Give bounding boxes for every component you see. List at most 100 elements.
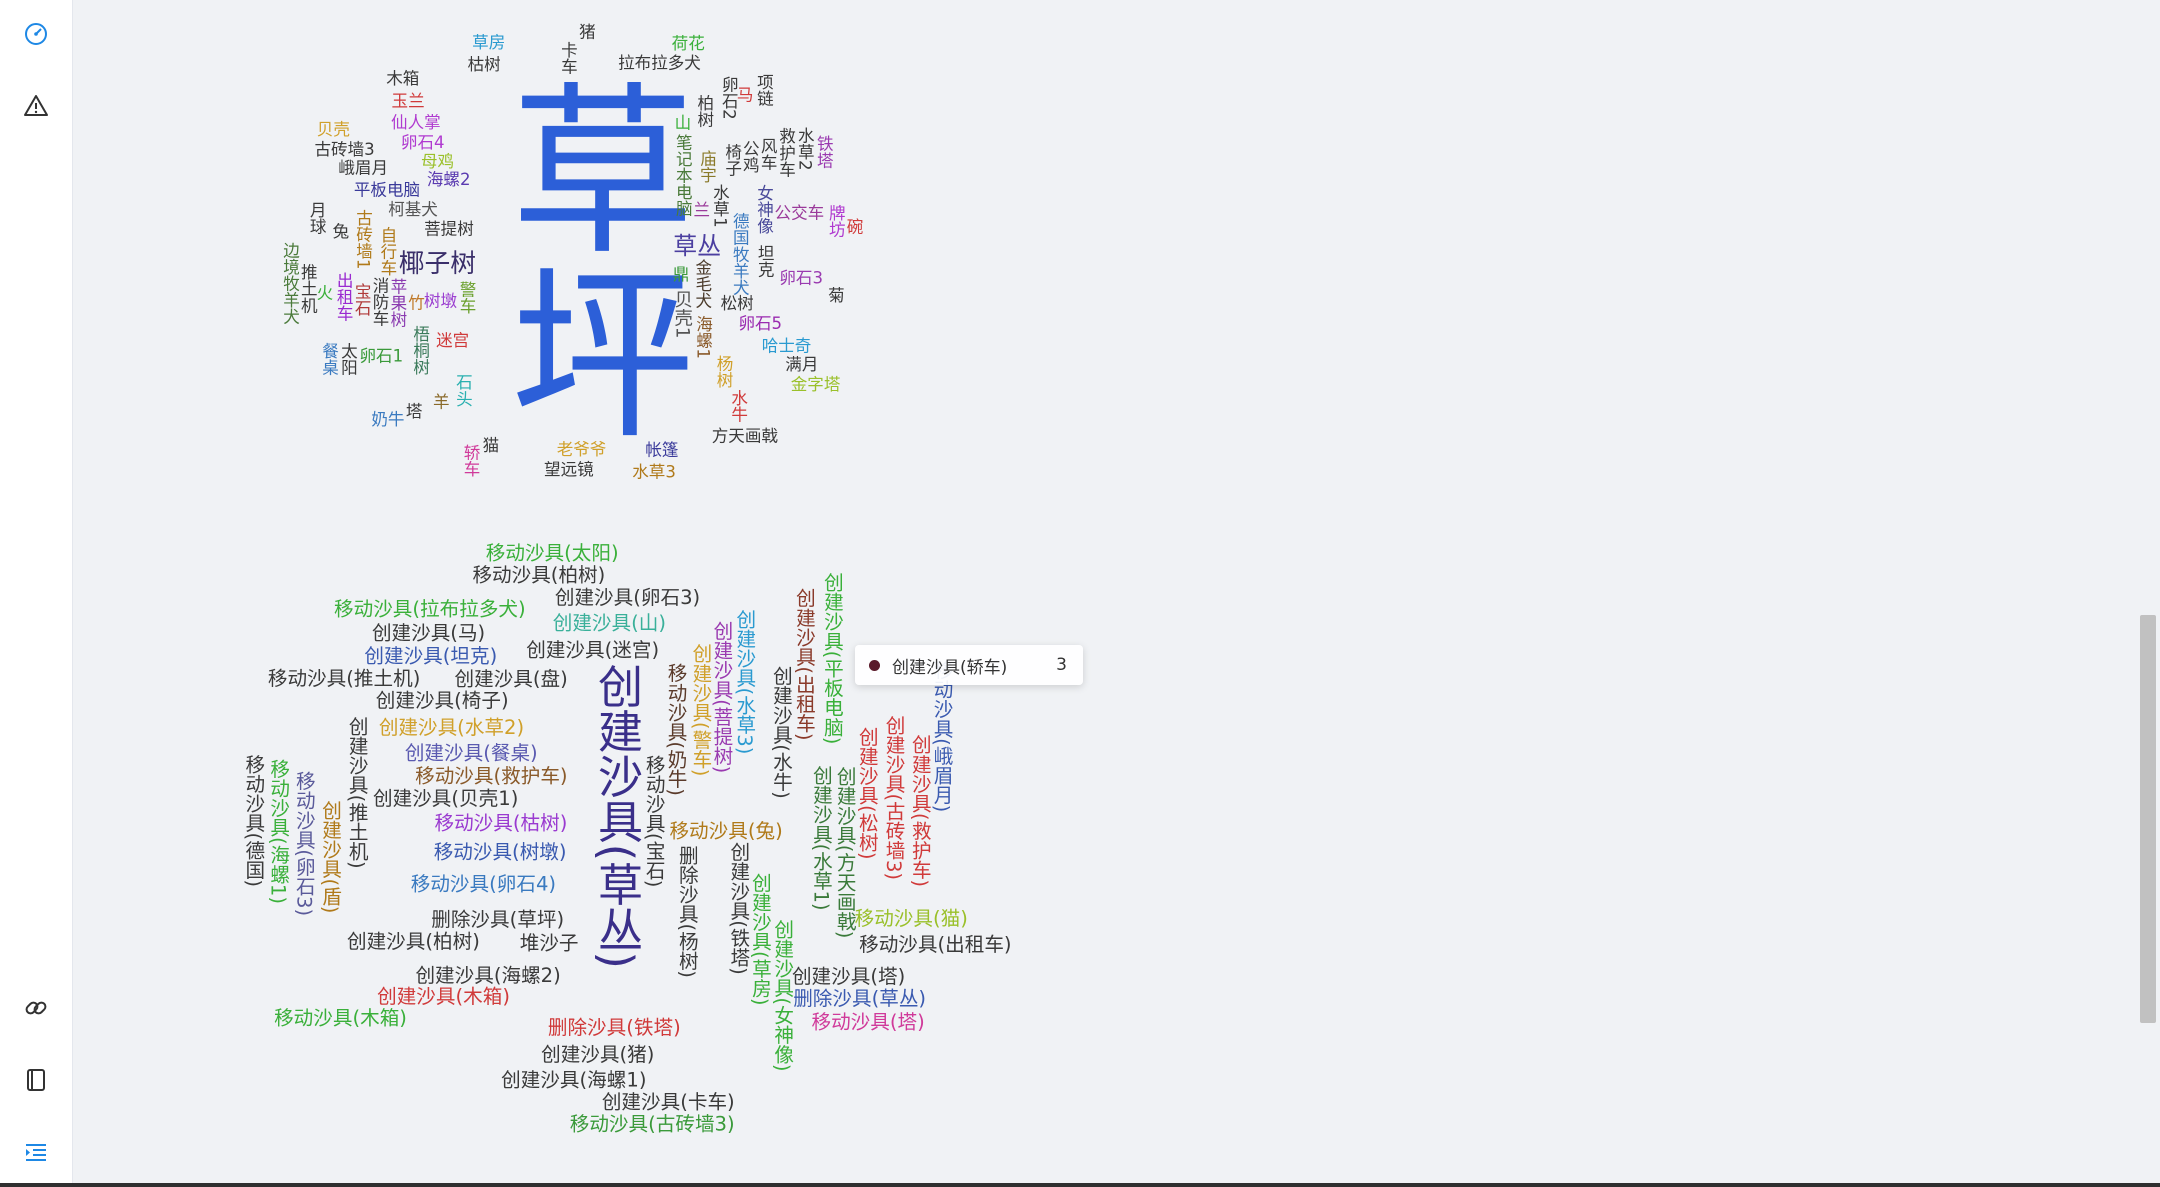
wordcloud-word[interactable]: 创建沙具(海螺1) xyxy=(501,1069,646,1092)
wordcloud-word[interactable]: 杨树 xyxy=(714,354,733,389)
wordcloud-word[interactable]: 奶牛 xyxy=(371,410,404,429)
wordcloud-word[interactable]: 移动沙具(卵石3) xyxy=(292,771,315,916)
wordcloud-word[interactable]: 公鸡 xyxy=(740,140,759,173)
wordcloud-word[interactable]: 创建沙具(水草2) xyxy=(379,716,524,739)
menu-list-icon[interactable] xyxy=(20,1136,52,1168)
wordcloud-word[interactable]: 铁塔 xyxy=(814,135,833,169)
wordcloud-word[interactable]: 删除沙具(铁塔) xyxy=(548,1016,681,1039)
wordcloud-word[interactable]: 哈士奇 xyxy=(762,336,812,355)
wordcloud-word[interactable]: 水草2 xyxy=(795,126,814,170)
wordcloud-word[interactable]: 风车 xyxy=(758,137,777,170)
wordcloud-word[interactable]: 老爷爷 xyxy=(557,440,607,459)
wordcloud-word[interactable]: 卵石5 xyxy=(738,314,782,333)
wordcloud-word[interactable]: 碗 xyxy=(844,218,863,236)
wordcloud-word[interactable]: 菩提树 xyxy=(424,219,474,238)
wordcloud-word[interactable]: 创建沙具(卡车) xyxy=(602,1091,735,1114)
wordcloud-word[interactable]: 猫 xyxy=(483,436,500,455)
wordcloud-word[interactable]: 创建沙具(方天画戟) xyxy=(833,766,856,938)
wordcloud-word[interactable]: 创建沙具(塔) xyxy=(792,965,905,988)
wordcloud-word[interactable]: 轿车 xyxy=(461,443,480,477)
wordcloud-word[interactable]: 创建沙具(警车) xyxy=(689,643,712,776)
wordcloud-word[interactable]: 贝壳1 xyxy=(672,290,693,339)
wordcloud-word[interactable]: 卵石1 xyxy=(359,347,403,366)
wordcloud-word[interactable]: 水草3 xyxy=(632,463,676,482)
wordcloud-word[interactable]: 古砖墙1 xyxy=(354,209,373,270)
wordcloud-word[interactable]: 兔 xyxy=(330,222,349,240)
wordcloud-word[interactable]: 海螺2 xyxy=(427,170,471,189)
wordcloud-word[interactable]: 移动沙具(古砖墙3) xyxy=(570,1113,735,1136)
wordcloud-word[interactable]: 玉兰 xyxy=(392,91,425,110)
wordcloud-word[interactable]: 松树 xyxy=(721,294,754,313)
wordcloud-word[interactable]: 删除沙具(杨树) xyxy=(675,845,698,978)
wordcloud-word[interactable]: 宝石 xyxy=(352,283,371,317)
wordcloud-word[interactable]: 菊 xyxy=(825,286,844,304)
wordcloud-word[interactable]: 移动沙具(柏树) xyxy=(472,564,605,587)
wordcloud-word[interactable]: 庙宇 xyxy=(697,149,716,183)
wordcloud-word[interactable]: 创建沙具(女神像) xyxy=(771,919,794,1072)
wordcloud-word[interactable]: 木箱 xyxy=(386,69,419,88)
wordcloud-word[interactable]: 荷花 xyxy=(672,34,705,53)
wordcloud-word[interactable]: 贝壳 xyxy=(317,120,350,139)
wordcloud-word[interactable]: 望远镜 xyxy=(544,460,594,479)
wordcloud-word[interactable]: 树墩 xyxy=(424,292,458,311)
wordcloud-word[interactable]: 移动沙具(树墩) xyxy=(434,840,567,863)
wordcloud-word[interactable]: 创建沙具(马) xyxy=(372,621,485,644)
wordcloud-word[interactable]: 创建沙具(海螺2) xyxy=(415,964,560,987)
wordcloud-word[interactable]: 满月 xyxy=(785,355,818,374)
wordcloud-word[interactable]: 牌坊 xyxy=(826,204,845,238)
wordcloud-word[interactable]: 消防车 xyxy=(370,276,389,326)
wordcloud-word[interactable]: 月球 xyxy=(307,201,326,234)
wordcloud-word[interactable]: 女神像 xyxy=(754,184,773,234)
wordcloud-word[interactable]: 创建沙具(盘) xyxy=(454,668,567,691)
wordcloud-word[interactable]: 出租车 xyxy=(334,272,353,322)
wordcloud-word[interactable]: 删除沙具(草坪) xyxy=(431,908,564,931)
wordcloud-word[interactable]: 卡车 xyxy=(558,41,577,75)
wordcloud-word[interactable]: 移动沙具(海螺1) xyxy=(267,759,290,904)
wordcloud-word[interactable]: 猪 xyxy=(576,23,595,40)
wordcloud-word[interactable]: 创建沙具(迷宫) xyxy=(526,638,659,661)
wordcloud-word[interactable]: 创建沙具(菩提树) xyxy=(710,621,733,774)
wordcloud-word[interactable]: 创建沙具(木箱) xyxy=(377,985,510,1008)
wordcloud-word[interactable]: 马 xyxy=(737,85,754,104)
wordcloud-word[interactable]: 创建沙具(水草3) xyxy=(733,609,756,754)
wordcloud-word[interactable]: 方天画戟 xyxy=(712,426,779,445)
wordcloud-word[interactable]: 移动沙具(奶牛) xyxy=(664,663,687,796)
wordcloud-word[interactable]: 创建沙具(贝壳1) xyxy=(373,787,518,810)
wordcloud-word[interactable]: 移动沙具(宝石) xyxy=(642,755,665,888)
wordcloud-word[interactable]: 德国牧羊犬 xyxy=(730,212,749,295)
wordcloud-word[interactable]: 兰 xyxy=(693,201,710,220)
wordcloud-word[interactable]: 枯树 xyxy=(468,55,501,74)
wordcloud-word[interactable]: 草坪 xyxy=(479,75,693,443)
wordcloud-word[interactable]: 移动沙具(救护车) xyxy=(415,764,567,787)
wordcloud-word[interactable]: 古砖墙3 xyxy=(314,140,374,159)
wordcloud-word[interactable]: 拉布拉多犬 xyxy=(618,53,701,72)
wordcloud-word[interactable]: 堆沙子 xyxy=(520,932,579,955)
wordcloud-word[interactable]: 移动沙具(兔) xyxy=(669,819,782,842)
wordcloud-word[interactable]: 创建沙具(铁塔) xyxy=(727,842,750,975)
link-icon[interactable] xyxy=(20,992,52,1024)
wordcloud-word[interactable]: 羊 xyxy=(430,393,449,410)
wordcloud-word[interactable]: 移动沙具(卵石4) xyxy=(411,873,556,896)
dashboard-icon[interactable] xyxy=(20,18,52,50)
wordcloud-word[interactable]: 创建沙具(草房) xyxy=(748,873,771,1006)
warning-icon[interactable] xyxy=(20,90,52,122)
wordcloud-word[interactable]: 删除沙具(草丛) xyxy=(793,987,926,1010)
wordcloud-word[interactable]: 创建沙具(推土机) xyxy=(345,716,368,869)
wordcloud-word[interactable]: 移动沙具(枯树) xyxy=(435,812,568,835)
wordcloud-word[interactable]: 柏树 xyxy=(695,94,714,129)
wordcloud-word[interactable]: 鼎 xyxy=(670,266,689,283)
wordcloud-word[interactable]: 太阳 xyxy=(338,342,357,376)
wordcloud-word[interactable]: 迷宫 xyxy=(436,331,469,350)
wordcloud-word[interactable]: 创建沙具(山) xyxy=(553,612,666,635)
wordcloud-word[interactable]: 火 xyxy=(317,283,334,302)
wordcloud-word[interactable]: 公交车 xyxy=(775,204,825,223)
wordcloud-word[interactable]: 水牛 xyxy=(729,389,748,423)
wordcloud-word[interactable]: 峨眉月 xyxy=(338,158,388,177)
wordcloud-word[interactable]: 海螺1 xyxy=(694,315,713,359)
wordcloud-word[interactable]: 移动沙具(德国) xyxy=(242,754,265,887)
wordcloud-word[interactable]: 石头 xyxy=(453,374,472,407)
wordcloud-word[interactable]: 创建沙具(柏树) xyxy=(347,930,480,953)
wordcloud-word[interactable]: 创建沙具(古砖墙3) xyxy=(882,715,905,880)
wordcloud-word[interactable]: 平板电脑 xyxy=(354,181,420,200)
wordcloud-word[interactable]: 创建沙具(坦克) xyxy=(364,645,497,668)
